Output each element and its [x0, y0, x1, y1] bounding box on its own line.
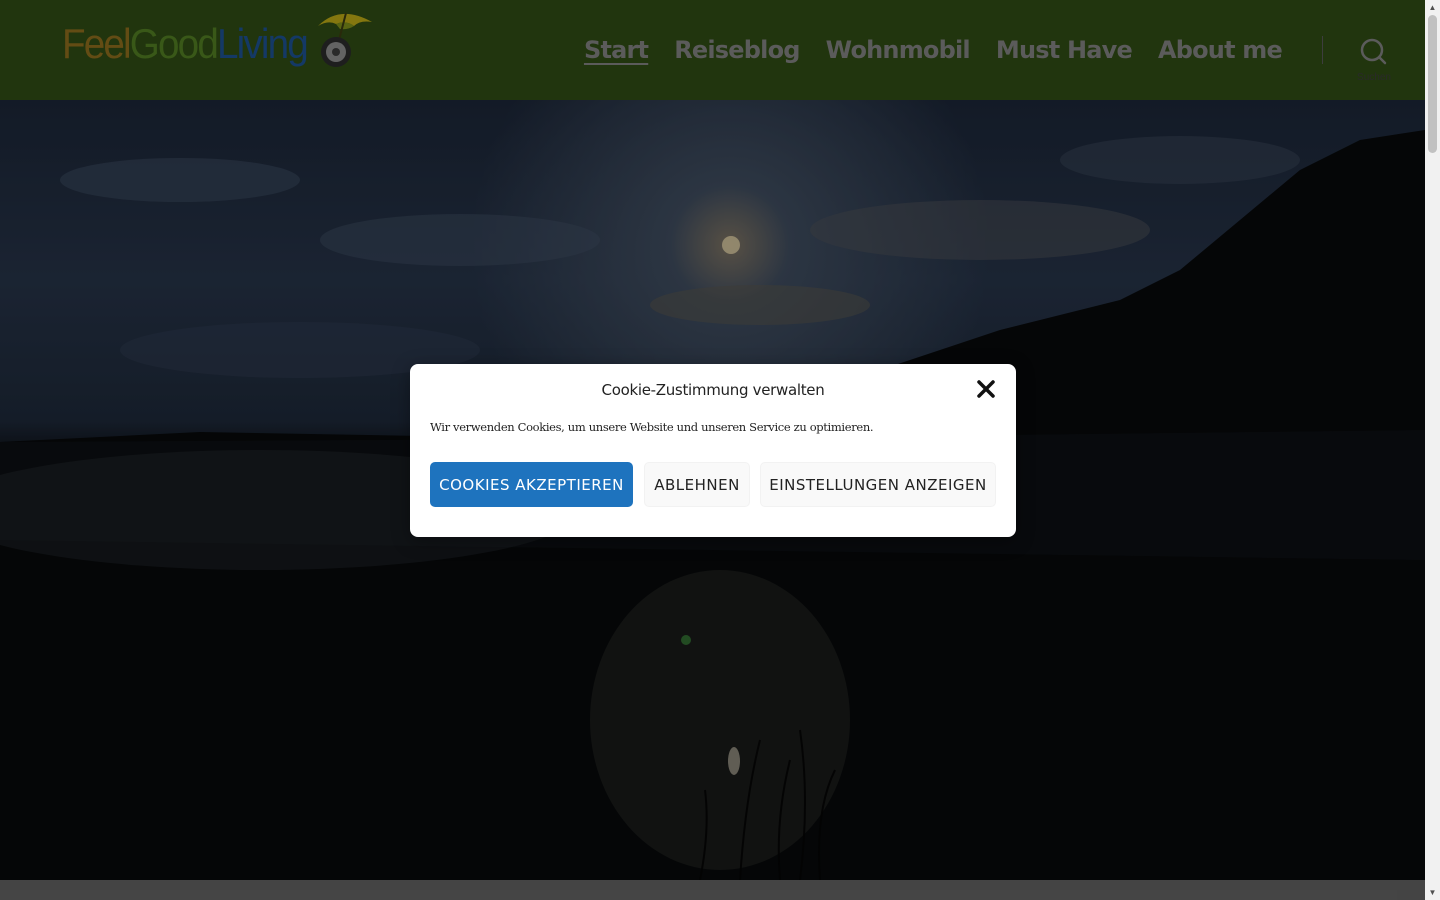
vertical-scrollbar[interactable]: ▲ ▼	[1425, 0, 1440, 900]
page: FeelGoodLiving Start Reiseblog Wohnmobil…	[0, 0, 1425, 900]
scrollbar-thumb[interactable]	[1428, 15, 1437, 153]
accept-cookies-button[interactable]: COOKIES AKZEPTIEREN	[430, 462, 633, 507]
show-settings-button[interactable]: EINSTELLUNGEN ANZEIGEN	[760, 462, 996, 507]
cookie-dialog-message: Wir verwenden Cookies, um unsere Website…	[430, 420, 874, 434]
deny-cookies-button[interactable]: ABLEHNEN	[644, 462, 750, 507]
cookie-dialog-title: Cookie-Zustimmung verwalten	[601, 381, 825, 399]
scroll-down-arrow-icon[interactable]: ▼	[1425, 885, 1440, 900]
close-button[interactable]	[974, 377, 998, 401]
scroll-up-arrow-icon[interactable]: ▲	[1425, 0, 1440, 15]
close-icon	[977, 380, 995, 398]
cookie-consent-dialog: Cookie-Zustimmung verwalten Wir verwende…	[410, 364, 1016, 537]
